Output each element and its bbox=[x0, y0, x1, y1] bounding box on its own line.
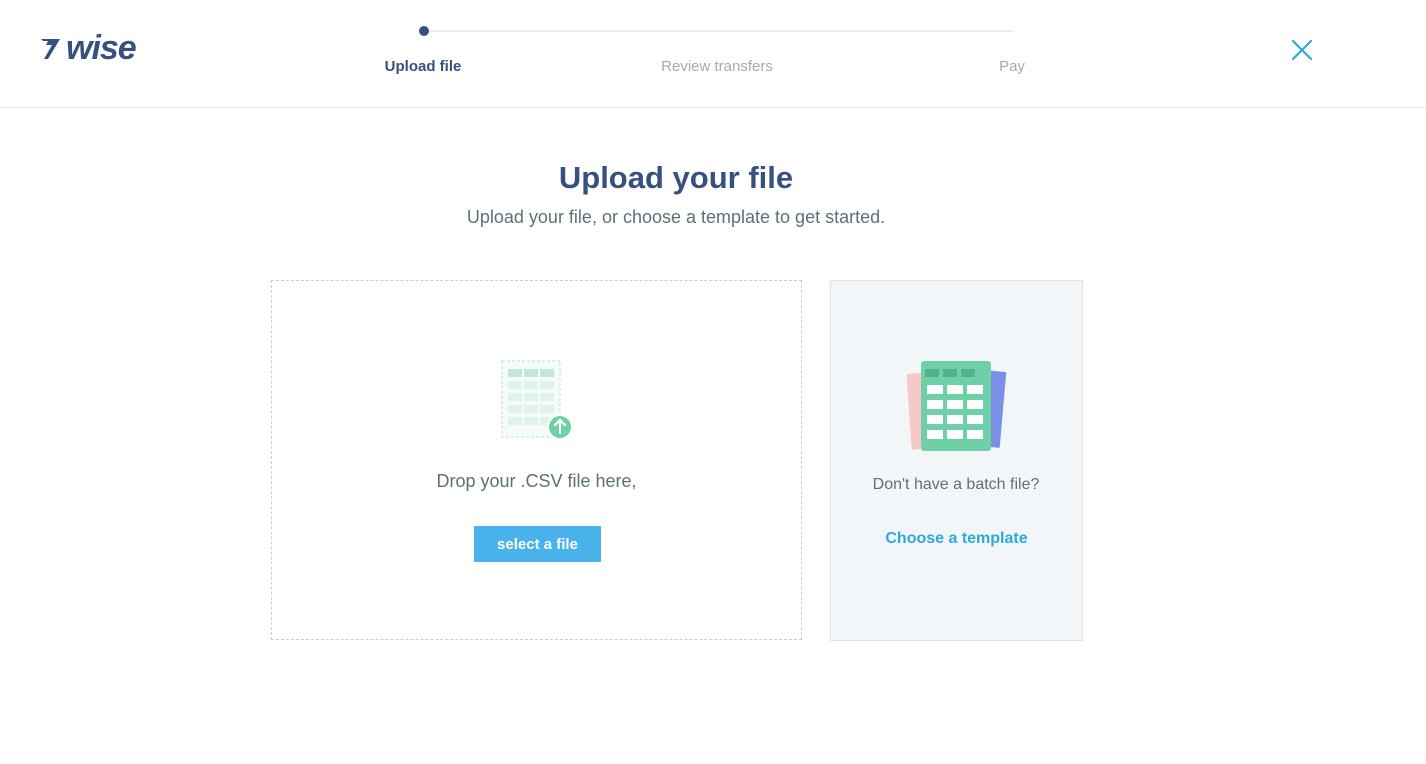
select-file-button[interactable]: select a file bbox=[474, 526, 601, 562]
csv-upload-icon bbox=[501, 360, 573, 440]
close-icon[interactable] bbox=[1288, 36, 1316, 64]
stepper-track bbox=[423, 30, 1013, 32]
spreadsheet-templates-icon bbox=[907, 361, 1007, 451]
top-header: wise Upload file Review transfers Pay bbox=[0, 0, 1426, 108]
choose-template-link[interactable]: Choose a template bbox=[831, 530, 1082, 548]
page-title: Upload your file bbox=[558, 160, 794, 195]
page-subtitle: Upload your file, or choose a template t… bbox=[466, 207, 886, 227]
step-upload-file: Upload file bbox=[384, 58, 462, 75]
logo-text: wise bbox=[66, 29, 137, 67]
template-prompt: Don't have a batch file? bbox=[872, 476, 1040, 493]
step-pay: Pay bbox=[999, 58, 1025, 75]
wise-flag-icon bbox=[41, 39, 60, 59]
wise-logo[interactable]: wise bbox=[38, 29, 137, 67]
step-review-transfers: Review transfers bbox=[661, 58, 773, 75]
progress-stepper: Upload file Review transfers Pay bbox=[360, 20, 1060, 90]
stepper-current-dot bbox=[419, 26, 429, 36]
drop-instructions: Drop your .CSV file here, bbox=[436, 471, 637, 491]
file-drop-zone[interactable]: Drop your .CSV file here, select a file bbox=[271, 280, 802, 640]
template-card: Don't have a batch file? Choose a templa… bbox=[830, 280, 1083, 641]
